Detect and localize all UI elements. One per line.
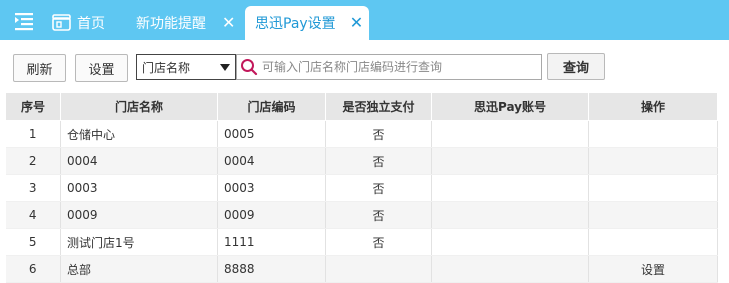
cell-account bbox=[431, 174, 589, 202]
cell-operation bbox=[588, 174, 718, 202]
settings-button[interactable]: 设置 bbox=[75, 54, 128, 82]
cell-independent: 否 bbox=[325, 120, 432, 148]
cell-independent: 否 bbox=[325, 228, 432, 256]
cell-no: 1 bbox=[5, 120, 61, 148]
cell-no: 3 bbox=[5, 174, 61, 202]
table-row[interactable]: 1 仓储中心 0005 否 bbox=[5, 120, 718, 148]
cell-store-name: 总部 bbox=[60, 255, 218, 283]
tab-home-label: 首页 bbox=[77, 15, 105, 32]
cell-account bbox=[431, 201, 589, 229]
search-input[interactable] bbox=[262, 60, 532, 74]
cell-operation bbox=[588, 228, 718, 256]
table-row[interactable]: 2 0004 0004 否 bbox=[5, 147, 718, 175]
header-independent-payment[interactable]: 是否独立支付 bbox=[325, 92, 432, 121]
cell-store-code: 0005 bbox=[217, 120, 326, 148]
tab-reminder-label: 新功能提醒 bbox=[136, 15, 206, 32]
settings-link[interactable]: 设置 bbox=[588, 255, 718, 283]
cell-no: 4 bbox=[5, 201, 61, 229]
dropdown-caret-icon bbox=[220, 64, 230, 71]
cell-account bbox=[431, 255, 589, 283]
cell-independent: 否 bbox=[325, 147, 432, 175]
cell-no: 2 bbox=[5, 147, 61, 175]
toolbar: 刷新 设置 门店名称 查询 bbox=[0, 40, 729, 92]
tab-bar: 首页 新功能提醒 ✕ 思迅Pay设置 ✕ bbox=[0, 0, 729, 40]
cell-store-name: 0009 bbox=[60, 201, 218, 229]
cell-account bbox=[431, 147, 589, 175]
cell-independent: 否 bbox=[325, 201, 432, 229]
cell-store-code: 0003 bbox=[217, 174, 326, 202]
cell-store-code: 0009 bbox=[217, 201, 326, 229]
cell-no: 6 bbox=[5, 255, 61, 283]
query-button[interactable]: 查询 bbox=[547, 53, 605, 80]
home-icon bbox=[52, 14, 71, 31]
cell-store-name: 0003 bbox=[60, 174, 218, 202]
search-icon bbox=[241, 59, 258, 76]
cell-store-code: 0004 bbox=[217, 147, 326, 175]
cell-store-name: 测试门店1号 bbox=[60, 228, 218, 256]
cell-account bbox=[431, 120, 589, 148]
table-row[interactable]: 5 测试门店1号 1111 否 bbox=[5, 228, 718, 256]
header-store-code[interactable]: 门店编码 bbox=[217, 92, 326, 121]
cell-operation bbox=[588, 201, 718, 229]
tab-active-label: 思迅Pay设置 bbox=[255, 16, 336, 32]
tab-sixun-pay-settings[interactable]: 思迅Pay设置 ✕ bbox=[245, 6, 369, 40]
table-row[interactable]: 6 总部 8888 设置 bbox=[5, 255, 718, 283]
filter-field-select[interactable]: 门店名称 bbox=[136, 54, 236, 80]
menu-toggle-icon[interactable] bbox=[12, 11, 36, 31]
table-row[interactable]: 3 0003 0003 否 bbox=[5, 174, 718, 202]
header-no[interactable]: 序号 bbox=[5, 92, 61, 121]
header-store-name[interactable]: 门店名称 bbox=[60, 92, 218, 121]
cell-store-name: 仓储中心 bbox=[60, 120, 218, 148]
cell-operation bbox=[588, 120, 718, 148]
search-box[interactable] bbox=[236, 54, 542, 80]
header-operation[interactable]: 操作 bbox=[588, 92, 718, 121]
cell-store-code: 8888 bbox=[217, 255, 326, 283]
close-icon[interactable]: ✕ bbox=[222, 14, 235, 31]
cell-independent bbox=[325, 255, 432, 283]
store-table: 序号 门店名称 门店编码 是否独立支付 思迅Pay账号 操作 1 仓储中心 00… bbox=[5, 92, 718, 283]
tab-home[interactable]: 首页 bbox=[52, 5, 122, 40]
table-row[interactable]: 4 0009 0009 否 bbox=[5, 201, 718, 229]
cell-independent: 否 bbox=[325, 174, 432, 202]
close-icon[interactable]: ✕ bbox=[350, 15, 363, 31]
tab-new-feature-reminder[interactable]: 新功能提醒 ✕ bbox=[130, 5, 245, 40]
table-header-row: 序号 门店名称 门店编码 是否独立支付 思迅Pay账号 操作 bbox=[5, 92, 718, 121]
cell-operation bbox=[588, 147, 718, 175]
cell-store-name: 0004 bbox=[60, 147, 218, 175]
cell-no: 5 bbox=[5, 228, 61, 256]
filter-field-value: 门店名称 bbox=[142, 60, 191, 75]
cell-account bbox=[431, 228, 589, 256]
refresh-button[interactable]: 刷新 bbox=[13, 54, 66, 82]
cell-store-code: 1111 bbox=[217, 228, 326, 256]
header-pay-account[interactable]: 思迅Pay账号 bbox=[431, 92, 589, 121]
